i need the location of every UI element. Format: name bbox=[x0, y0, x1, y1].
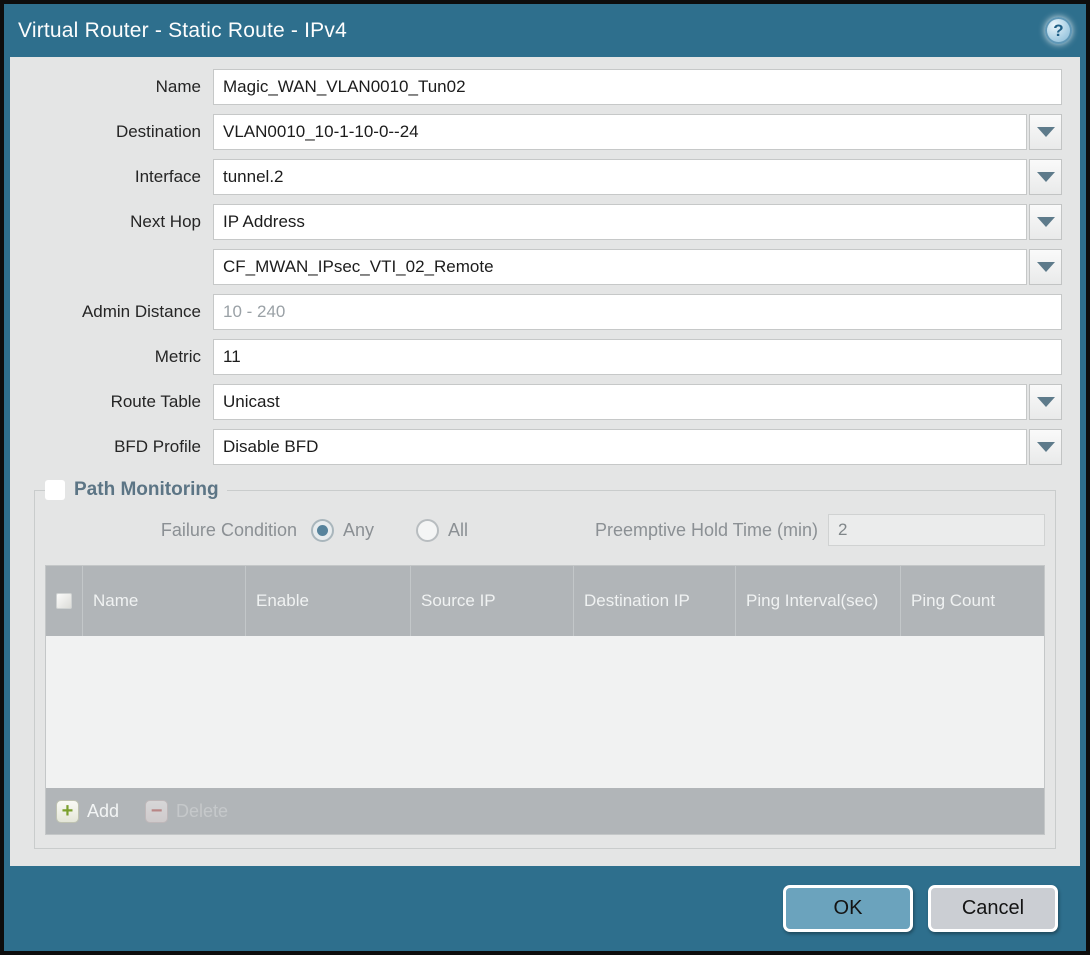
interface-field bbox=[213, 159, 1062, 195]
column-header-name[interactable]: Name bbox=[82, 566, 245, 636]
delete-button[interactable]: − Delete bbox=[145, 800, 228, 823]
column-header-enable[interactable]: Enable bbox=[245, 566, 410, 636]
metric-input[interactable] bbox=[213, 339, 1062, 375]
interface-row: Interface bbox=[28, 159, 1062, 195]
name-input[interactable] bbox=[213, 69, 1062, 105]
admin-distance-field bbox=[213, 294, 1062, 330]
next-hop-field bbox=[213, 204, 1062, 240]
path-monitoring-legend: Path Monitoring bbox=[45, 479, 227, 501]
minus-icon: − bbox=[145, 800, 168, 823]
select-all-checkbox[interactable] bbox=[56, 593, 72, 609]
bfd-profile-row: BFD Profile bbox=[28, 429, 1062, 465]
preemptive-hold-time-group: Preemptive Hold Time (min) bbox=[595, 514, 1045, 546]
name-label: Name bbox=[28, 77, 213, 97]
delete-button-label: Delete bbox=[176, 801, 228, 822]
destination-row: Destination bbox=[28, 114, 1062, 150]
next-hop-row: Next Hop bbox=[28, 204, 1062, 240]
name-field bbox=[213, 69, 1062, 105]
radio-dot bbox=[317, 525, 328, 536]
path-monitoring-checkbox[interactable] bbox=[45, 480, 65, 500]
admin-distance-label: Admin Distance bbox=[28, 302, 213, 322]
bfd-profile-dropdown-button[interactable] bbox=[1029, 429, 1062, 465]
add-button[interactable]: + Add bbox=[56, 800, 119, 823]
table-header: Name Enable Source IP Destination IP Pin… bbox=[46, 566, 1044, 636]
name-row: Name bbox=[28, 69, 1062, 105]
bfd-profile-label: BFD Profile bbox=[28, 437, 213, 457]
route-table-field bbox=[213, 384, 1062, 420]
column-header-ping-interval[interactable]: Ping Interval(sec) bbox=[735, 566, 900, 636]
admin-distance-row: Admin Distance bbox=[28, 294, 1062, 330]
destination-input[interactable] bbox=[213, 114, 1027, 150]
column-header-ping-count[interactable]: Ping Count bbox=[900, 566, 1044, 636]
next-hop-address-input[interactable] bbox=[213, 249, 1027, 285]
dialog-footer: OK Cancel bbox=[4, 866, 1086, 951]
table-toolbar: + Add − Delete bbox=[46, 788, 1044, 834]
cancel-button[interactable]: Cancel bbox=[928, 885, 1058, 932]
route-table-row: Route Table bbox=[28, 384, 1062, 420]
column-header-source-ip[interactable]: Source IP bbox=[410, 566, 573, 636]
metric-field bbox=[213, 339, 1062, 375]
dialog-title: Virtual Router - Static Route - IPv4 bbox=[18, 19, 347, 43]
static-route-dialog: Virtual Router - Static Route - IPv4 ? N… bbox=[0, 0, 1090, 955]
failure-condition-any-radio[interactable] bbox=[311, 519, 334, 542]
select-all-cell bbox=[46, 566, 82, 636]
add-button-label: Add bbox=[87, 801, 119, 822]
route-table-dropdown-button[interactable] bbox=[1029, 384, 1062, 420]
chevron-down-icon bbox=[1037, 172, 1055, 182]
plus-icon: + bbox=[56, 800, 79, 823]
interface-dropdown-button[interactable] bbox=[1029, 159, 1062, 195]
failure-condition-label: Failure Condition bbox=[45, 520, 297, 541]
preemptive-hold-time-input[interactable] bbox=[828, 514, 1045, 546]
route-table-input[interactable] bbox=[213, 384, 1027, 420]
chevron-down-icon bbox=[1037, 217, 1055, 227]
path-monitoring-title: Path Monitoring bbox=[74, 479, 219, 501]
interface-label: Interface bbox=[28, 167, 213, 187]
metric-row: Metric bbox=[28, 339, 1062, 375]
column-header-destination-ip[interactable]: Destination IP bbox=[573, 566, 735, 636]
failure-condition-any-label: Any bbox=[343, 520, 374, 541]
bfd-profile-field bbox=[213, 429, 1062, 465]
destination-label: Destination bbox=[28, 122, 213, 142]
admin-distance-input[interactable] bbox=[213, 294, 1062, 330]
next-hop-dropdown-button[interactable] bbox=[1029, 204, 1062, 240]
dialog-body: Name Destination Interface bbox=[10, 57, 1080, 866]
help-icon[interactable]: ? bbox=[1045, 17, 1072, 44]
preemptive-hold-time-label: Preemptive Hold Time (min) bbox=[595, 520, 818, 541]
path-monitoring-group: Path Monitoring Failure Condition Any Al… bbox=[34, 479, 1056, 849]
bfd-profile-input[interactable] bbox=[213, 429, 1027, 465]
failure-condition-all-label: All bbox=[448, 520, 468, 541]
chevron-down-icon bbox=[1037, 127, 1055, 137]
next-hop-address-dropdown-button[interactable] bbox=[1029, 249, 1062, 285]
chevron-down-icon bbox=[1037, 442, 1055, 452]
failure-condition-all-radio[interactable] bbox=[416, 519, 439, 542]
destination-field bbox=[213, 114, 1062, 150]
interface-input[interactable] bbox=[213, 159, 1027, 195]
path-monitoring-table: Name Enable Source IP Destination IP Pin… bbox=[45, 565, 1045, 835]
table-body-empty bbox=[46, 636, 1044, 788]
destination-dropdown-button[interactable] bbox=[1029, 114, 1062, 150]
radio-dot bbox=[422, 525, 433, 536]
route-table-label: Route Table bbox=[28, 392, 213, 412]
next-hop-address-row bbox=[28, 249, 1062, 285]
chevron-down-icon bbox=[1037, 397, 1055, 407]
next-hop-type-input[interactable] bbox=[213, 204, 1027, 240]
dialog-titlebar: Virtual Router - Static Route - IPv4 ? bbox=[4, 4, 1086, 57]
next-hop-label: Next Hop bbox=[28, 212, 213, 232]
metric-label: Metric bbox=[28, 347, 213, 367]
failure-condition-row: Failure Condition Any All Preemptive Hol… bbox=[45, 513, 1045, 547]
ok-button[interactable]: OK bbox=[783, 885, 913, 932]
chevron-down-icon bbox=[1037, 262, 1055, 272]
next-hop-address-field bbox=[213, 249, 1062, 285]
